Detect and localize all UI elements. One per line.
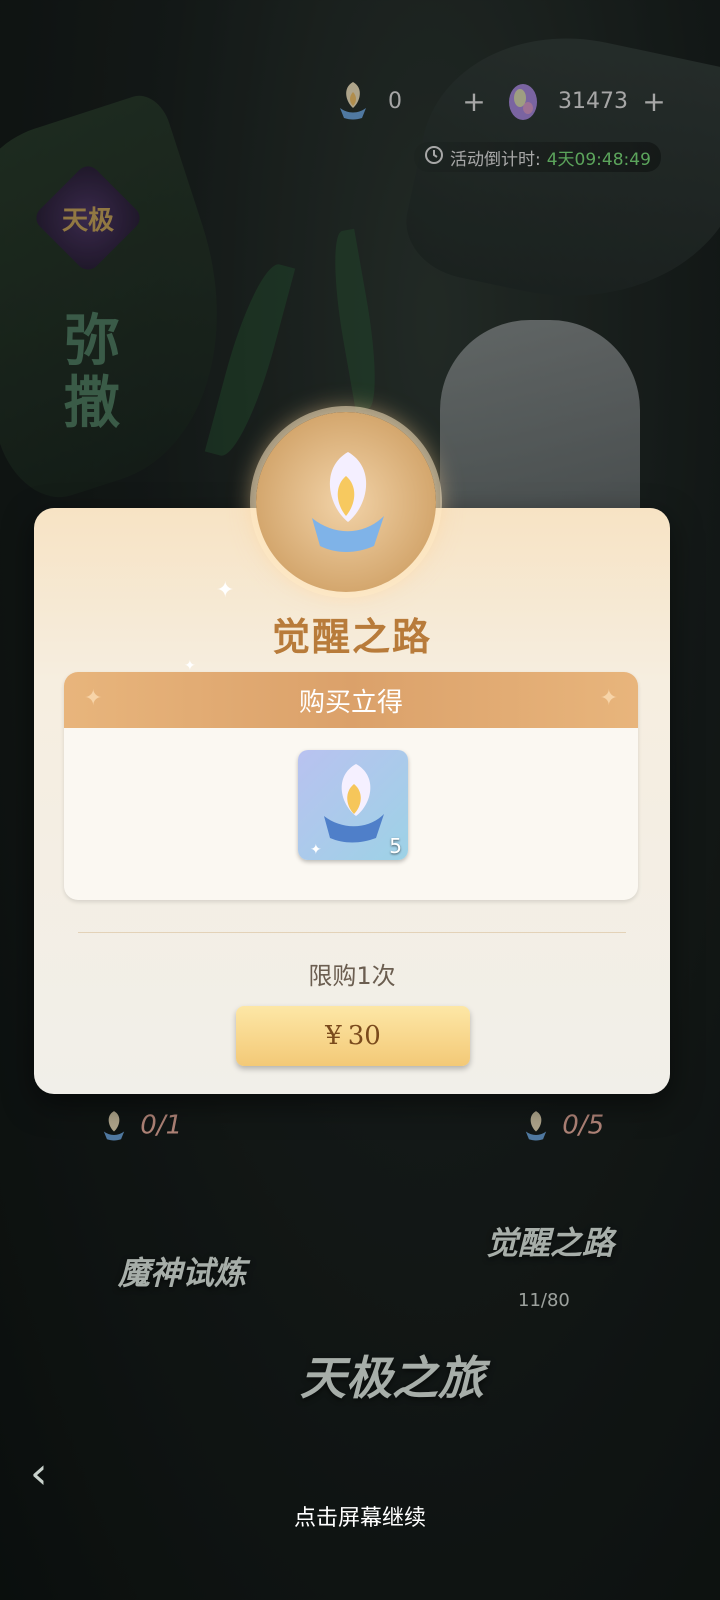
price-value: 30 (347, 1021, 381, 1051)
star-icon: ✦ (599, 686, 618, 711)
item-quantity: 5 (389, 834, 402, 858)
back-arrow-icon[interactable]: ‹ (30, 1448, 48, 1499)
reward-panel: ✦ 购买立得 ✦ ✦ 5 (64, 672, 638, 900)
purchase-limit: 限购1次 (308, 962, 396, 990)
feather-gem-icon (312, 452, 384, 552)
panel-header-label: 购买立得 (298, 687, 403, 718)
dialog-title: 觉醒之路 (271, 614, 432, 659)
svg-text:✦: ✦ (310, 842, 322, 858)
awaken-road-emblem (256, 412, 436, 592)
divider (78, 932, 626, 933)
panel-header: ✦ 购买立得 ✦ (64, 672, 638, 728)
currency-symbol: ¥ (325, 1021, 342, 1051)
reward-item[interactable]: ✦ 5 (298, 750, 408, 860)
buy-button[interactable]: ¥ 30 (236, 1006, 470, 1066)
tap-to-continue[interactable]: 点击屏幕继续 (0, 1500, 720, 1532)
purchase-dialog: ✦ ✦ 觉醒之路 ✦ 购买立得 ✦ ✦ 5 限购1次 ¥ 30 (34, 508, 670, 1094)
star-icon: ✦ (84, 686, 103, 711)
sparkle-icon: ✦ (216, 578, 235, 603)
